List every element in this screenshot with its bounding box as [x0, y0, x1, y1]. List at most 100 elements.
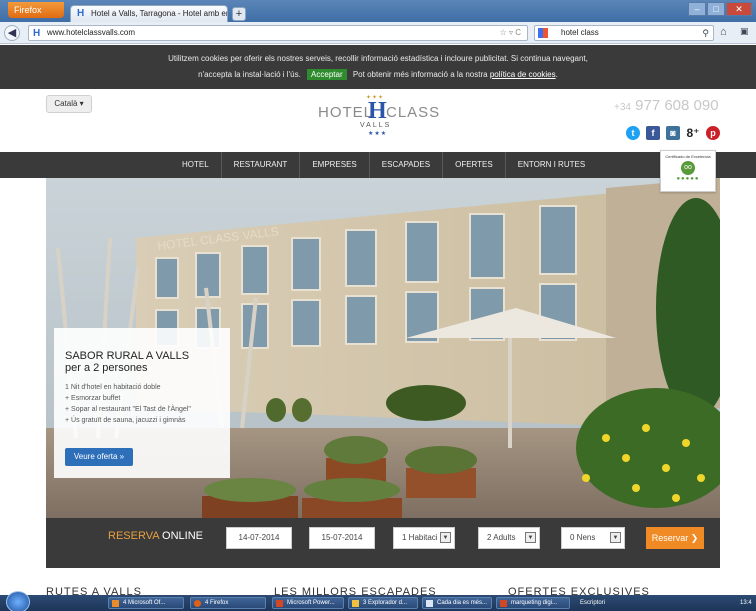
window-controls: – □ ✕ [688, 2, 752, 16]
url-text: www.hotelclassvalls.com [47, 28, 136, 37]
taskbar-item-label: Cada dia es més... [437, 600, 488, 606]
promo-item: 1 Nit d'hotel en habitació doble [65, 384, 161, 391]
browser-tab[interactable]: H Hotel a Valls, Tarragona - Hotel amb e… [70, 5, 228, 22]
hotel-logo[interactable]: ✦✦✦ HOTEL H CLASS VALLS ★★★ [318, 94, 441, 138]
booking-label-rest: ONLINE [162, 530, 203, 542]
reserve-button[interactable]: Reservar ❯ [646, 527, 704, 549]
maximize-icon[interactable]: □ [707, 2, 725, 16]
menu-item-hotel[interactable]: HOTEL [170, 152, 222, 178]
cookie-notice: Utilitzem cookies per oferir els nostres… [0, 45, 756, 89]
menu-item-ofertes[interactable]: OFERTES [443, 152, 506, 178]
adults-value: 2 Adults [487, 533, 516, 542]
logo-word-valls: VALLS [360, 122, 392, 129]
promo-box: SABOR RURAL A VALLS per a 2 persones 1 N… [54, 328, 230, 478]
phone-number: +34 977 608 090 [614, 97, 719, 114]
menu-item-entorn[interactable]: ENTORN I RUTES [506, 152, 597, 178]
cookie-policy-link[interactable]: política de cookies [490, 70, 556, 79]
checkin-date-field[interactable]: 14-07-2014 [226, 527, 292, 549]
taskbar-item-label: Microsoft Power... [287, 600, 335, 606]
url-bar[interactable]: H www.hotelclassvalls.com ☆ ▿ C [28, 25, 528, 41]
bookmark-star-icon[interactable]: ☆ ▿ C [500, 26, 521, 40]
taskbar-item[interactable]: marqueting digi... [496, 597, 570, 609]
pinterest-icon[interactable]: p [706, 126, 720, 140]
taskbar-item[interactable]: Cada dia es més... [422, 597, 492, 609]
screen: Firefox H Hotel a Valls, Tarragona - Hot… [0, 0, 756, 611]
menu-item-empreses[interactable]: EMPRESES [300, 152, 370, 178]
taskbar-item-label: marqueting digi... [511, 600, 558, 606]
taskbar-clock: 13:4 [740, 600, 752, 606]
cookie-text-line1: Utilitzem cookies per oferir els nostres… [168, 54, 588, 63]
taskbar-item-label: 4 Microsoft Of... [123, 600, 166, 606]
toolbar-overflow-icon[interactable]: ▣ [740, 26, 749, 37]
booking-label-accent: RESERVA [108, 530, 159, 542]
chevron-down-icon: ▼ [440, 532, 451, 543]
instagram-icon[interactable]: ◙ [666, 126, 680, 140]
start-button[interactable] [6, 591, 30, 611]
tab-title: Hotel a Valls, Tarragona - Hotel amb enc… [91, 9, 228, 18]
taskbar-item[interactable]: 3 Explorador d... [348, 597, 418, 609]
promo-title: SABOR RURAL A VALLS per a 2 persones [65, 350, 189, 374]
view-offer-button[interactable]: Veure oferta » [65, 448, 133, 466]
google-plus-icon[interactable]: 8⁺ [686, 126, 700, 140]
search-icon[interactable]: ⚲ [702, 26, 709, 40]
search-query: hotel class [561, 28, 599, 37]
logo-stars-icon: ★★★ [368, 131, 388, 137]
rating-circles-icon: ●●●●● [676, 176, 700, 182]
adults-select[interactable]: 2 Adults ▼ [478, 527, 540, 549]
search-bar[interactable]: hotel class ⚲ [534, 25, 714, 41]
cookie-text-post: Pot obtenir més informació a la nostra [352, 70, 488, 79]
phone-digits: 977 608 090 [635, 97, 719, 114]
taskbar-item[interactable]: Microsoft Power... [272, 597, 344, 609]
booking-label: RESERVA ONLINE [108, 530, 203, 542]
promo-item: + Ús gratuït de sauna, jacuzzi i gimnàs [65, 417, 186, 424]
home-icon[interactable]: ⌂ [720, 26, 727, 38]
taskbar-item-label: 4 Firefox [205, 600, 229, 606]
rooms-select[interactable]: 1 Habitaci ▼ [393, 527, 455, 549]
tripadvisor-badge[interactable]: Certificado de Excelencia oo ●●●●● [660, 150, 716, 192]
powerpoint-icon [500, 600, 507, 607]
facebook-icon[interactable]: f [646, 126, 660, 140]
menu-item-restaurant[interactable]: RESTAURANT [222, 152, 301, 178]
children-select[interactable]: 0 Nens ▼ [561, 527, 625, 549]
new-tab-button[interactable]: + [232, 7, 246, 21]
promo-title-line2: per a 2 persones [65, 362, 148, 374]
windows-taskbar: 4 Microsoft Of... 4 Firefox Microsoft Po… [0, 591, 756, 611]
logo-h: H [368, 98, 387, 124]
taskbar-item[interactable]: 4 Firefox [190, 597, 266, 609]
chevron-down-icon: ▼ [610, 532, 621, 543]
cookie-text-line2: n'accepta la instal·lació i l'ús. Accept… [198, 69, 558, 80]
promo-item: + Sopar al restaurant "El Tast de l'Ànge… [65, 406, 191, 413]
booking-bar: RESERVA ONLINE 14-07-2014 15-07-2014 1 H… [46, 518, 720, 568]
taskbar-desktop-label[interactable]: Escriptori [580, 597, 605, 609]
site-favicon-icon: H [33, 28, 41, 39]
logo-word-hotel: HOTEL [318, 104, 374, 121]
cookie-text-pre: n'accepta la instal·lació i l'ús. [198, 70, 301, 79]
site-favicon-icon: H [77, 8, 85, 19]
chevron-down-icon: ▼ [525, 532, 536, 543]
phone-prefix: +34 [614, 102, 631, 113]
language-selector[interactable]: Català ▾ [46, 95, 92, 113]
taskbar-item-label: 3 Explorador d... [363, 600, 408, 606]
taskbar-item[interactable]: 4 Microsoft Of... [108, 597, 184, 609]
powerpoint-icon [276, 600, 283, 607]
window-titlebar: Firefox H Hotel a Valls, Tarragona - Hot… [0, 0, 756, 22]
promo-item: + Esmorzar buffet [65, 395, 121, 402]
browser-navbar: ◀ H www.hotelclassvalls.com ☆ ▿ C hotel … [0, 22, 756, 44]
folder-icon [352, 600, 359, 607]
logo-word-class: CLASS [386, 104, 441, 121]
close-icon[interactable]: ✕ [726, 2, 752, 16]
main-menu: HOTEL RESTAURANT EMPRESES ESCAPADES OFER… [0, 152, 756, 178]
firefox-icon [194, 600, 201, 607]
minimize-icon[interactable]: – [688, 2, 706, 16]
social-links: t f ◙ 8⁺ p [626, 126, 720, 140]
checkout-date-field[interactable]: 15-07-2014 [309, 527, 375, 549]
firefox-menu-button[interactable]: Firefox [8, 2, 64, 18]
cookie-accept-button[interactable]: Acceptar [307, 69, 347, 80]
menu-item-escapades[interactable]: ESCAPADES [370, 152, 444, 178]
promo-title-line1: SABOR RURAL A VALLS [65, 350, 190, 362]
rooms-value: 1 Habitaci [402, 533, 438, 542]
document-icon [426, 600, 433, 607]
back-arrow-icon[interactable]: ◀ [4, 25, 20, 41]
tripadvisor-owl-icon: oo [681, 161, 695, 175]
twitter-icon[interactable]: t [626, 126, 640, 140]
